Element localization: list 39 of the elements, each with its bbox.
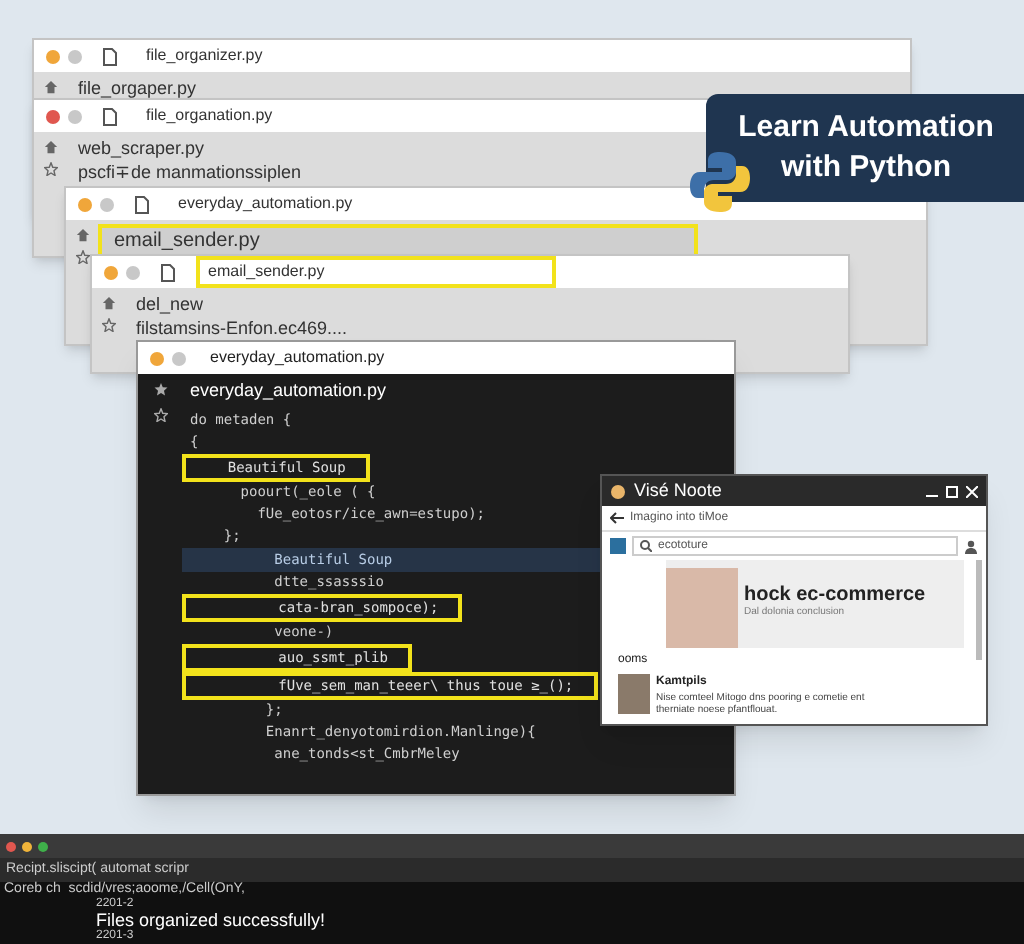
window-title: everyday_automation.py	[210, 346, 385, 370]
photo-placeholder	[618, 674, 650, 714]
home-icon[interactable]	[75, 228, 89, 242]
terminal-line: Files organized successfully!	[94, 910, 328, 930]
user-icon[interactable]	[964, 539, 978, 553]
file-row[interactable]: pscfi∓de manmationssiplen	[66, 160, 314, 184]
window-title: file_organizer.py	[144, 44, 265, 68]
file-icon	[102, 107, 118, 125]
file-row[interactable]: file_orgaper.py	[66, 76, 209, 100]
star-icon[interactable]	[43, 162, 57, 176]
hero-title: hock ec-commerce	[744, 586, 926, 607]
site-icon	[610, 538, 626, 554]
file-name: everyday_automation.py	[188, 378, 389, 404]
home-icon[interactable]	[43, 140, 57, 154]
window-title: Visé Noote	[634, 477, 724, 504]
search-icon	[640, 540, 652, 552]
star-icon[interactable]	[101, 318, 115, 332]
file-icon	[134, 195, 150, 213]
file-row[interactable]: filstamsins-Enfon.ec469....	[124, 316, 360, 340]
star-icon[interactable]	[153, 408, 167, 422]
star-icon[interactable]	[75, 250, 89, 264]
window-title: file_organation.py	[144, 104, 275, 128]
home-icon[interactable]	[43, 80, 57, 94]
scroll-bar[interactable]	[976, 560, 982, 660]
home-icon[interactable]	[101, 296, 115, 310]
file-row[interactable]: web_scraper.py	[66, 136, 217, 160]
maximize-icon[interactable]	[946, 485, 958, 497]
file-icon	[160, 263, 176, 281]
window-title: everyday_automation.py	[176, 192, 355, 216]
file-row[interactable]: del_new	[124, 292, 216, 316]
back-icon[interactable]	[610, 512, 624, 524]
window-title: email_sender.py	[196, 256, 556, 288]
star-icon[interactable]	[153, 382, 167, 396]
close-icon[interactable]	[966, 485, 978, 497]
python-logo	[686, 148, 754, 216]
banner-title: Learn Automation with Python	[736, 108, 996, 188]
file-icon	[102, 47, 118, 65]
app-icon	[610, 483, 626, 499]
photo-placeholder	[666, 568, 738, 648]
